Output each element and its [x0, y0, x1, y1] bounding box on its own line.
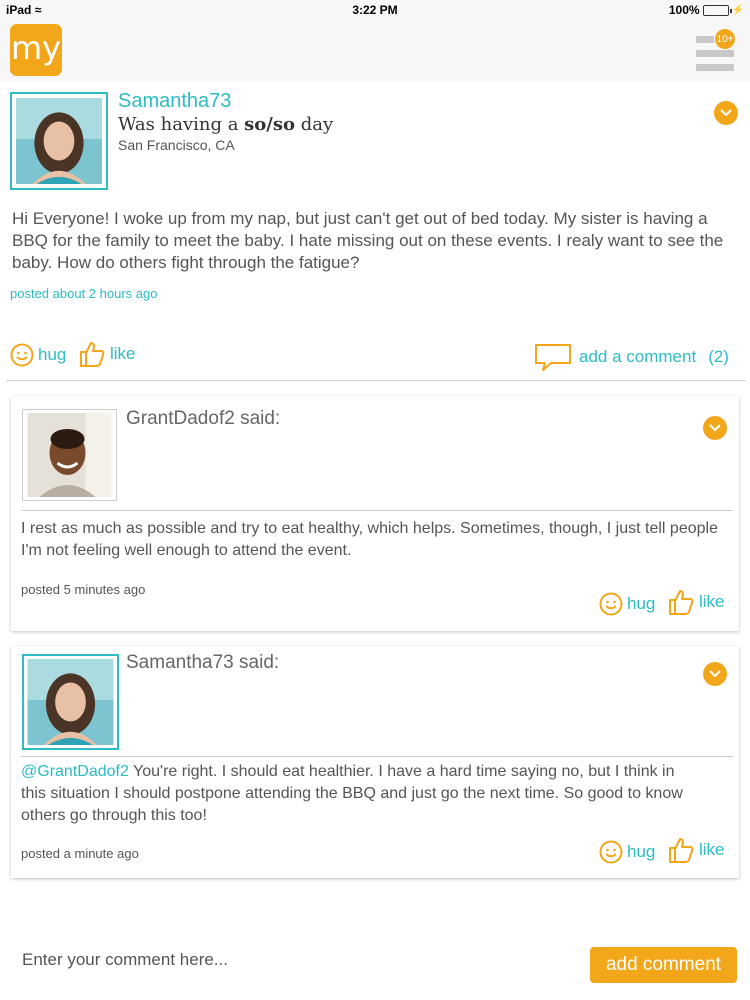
thumbs-up-icon — [667, 588, 695, 616]
hug-button[interactable]: hug — [10, 343, 66, 367]
woman-avatar-image — [27, 659, 114, 745]
like-button[interactable]: like — [667, 836, 725, 864]
comment-avatar[interactable] — [22, 409, 117, 501]
comment-separator — [21, 756, 733, 757]
comment-timestamp: posted 5 minutes ago — [21, 582, 146, 597]
chevron-down-icon — [720, 109, 732, 117]
battery-icon — [702, 4, 732, 16]
comment-separator — [21, 510, 733, 511]
like-label: like — [699, 592, 725, 611]
like-button[interactable]: like — [667, 588, 725, 616]
comment-timestamp: posted a minute ago — [21, 846, 139, 861]
mention-link[interactable]: @GrantDadof2 — [21, 763, 129, 780]
notification-badge[interactable]: 10+ — [714, 28, 736, 50]
battery-status: 100% ⚡ — [669, 3, 744, 17]
comment-author[interactable]: GrantDadof2 said: — [126, 408, 280, 430]
comment-count: (2) — [708, 347, 729, 366]
post-mood: Was having a so/so day — [118, 114, 334, 135]
chevron-down-icon — [709, 424, 721, 432]
smiley-icon — [599, 840, 623, 864]
woman-avatar-image — [16, 98, 102, 184]
add-comment-link[interactable]: add a comment (2) — [533, 342, 729, 372]
like-label: like — [110, 344, 136, 363]
hug-label: hug — [38, 345, 67, 364]
comment-text: @GrantDadof2 You're right. I should eat … — [21, 763, 683, 824]
comment-avatar[interactable] — [22, 654, 119, 750]
like-label: like — [699, 840, 725, 859]
post-avatar[interactable] — [10, 92, 108, 190]
menu-button[interactable]: 10+ — [696, 28, 736, 72]
app-header: my 10+ — [0, 22, 750, 82]
post-divider — [6, 380, 746, 381]
post-options-button[interactable] — [714, 101, 738, 125]
add-comment-button[interactable]: add comment — [590, 947, 737, 983]
like-button[interactable]: like — [78, 340, 136, 368]
comment-text: I rest as much as possible and try to ea… — [21, 520, 718, 559]
comment-input[interactable] — [12, 945, 572, 975]
smiley-icon — [599, 592, 623, 616]
comment-options-button[interactable] — [703, 662, 727, 686]
post-username[interactable]: Samantha73 — [118, 90, 231, 113]
post-body: Hi Everyone! I woke up from my nap, but … — [12, 209, 724, 272]
hug-label: hug — [627, 842, 656, 861]
mood-value: so/so — [244, 114, 296, 135]
post-location: San Francisco, CA — [118, 137, 235, 153]
post-timestamp: posted about 2 hours ago — [10, 286, 158, 301]
chevron-down-icon — [709, 670, 721, 678]
hug-button[interactable]: hug — [599, 592, 655, 616]
thumbs-up-icon — [78, 340, 106, 368]
status-time: 3:22 PM — [352, 3, 398, 17]
smiley-icon — [10, 343, 34, 367]
comment-card: Samantha73 said: @GrantDadof2 You're rig… — [11, 646, 739, 878]
app-logo[interactable]: my — [10, 24, 62, 76]
comment-card: GrantDadof2 said: I rest as much as poss… — [11, 396, 739, 631]
man-avatar-image — [27, 413, 112, 497]
comment-author[interactable]: Samantha73 said: — [126, 652, 279, 674]
charging-icon: ⚡ — [731, 4, 744, 16]
hug-button[interactable]: hug — [599, 840, 655, 864]
hug-label: hug — [627, 594, 656, 613]
comment-options-button[interactable] — [703, 416, 727, 440]
thumbs-up-icon — [667, 836, 695, 864]
speech-bubble-icon — [533, 342, 573, 372]
status-bar: iPad ≈ 3:22 PM 100% ⚡ — [0, 0, 750, 22]
battery-percent: 100% — [668, 3, 700, 17]
add-comment-label: add a comment — [579, 347, 697, 366]
